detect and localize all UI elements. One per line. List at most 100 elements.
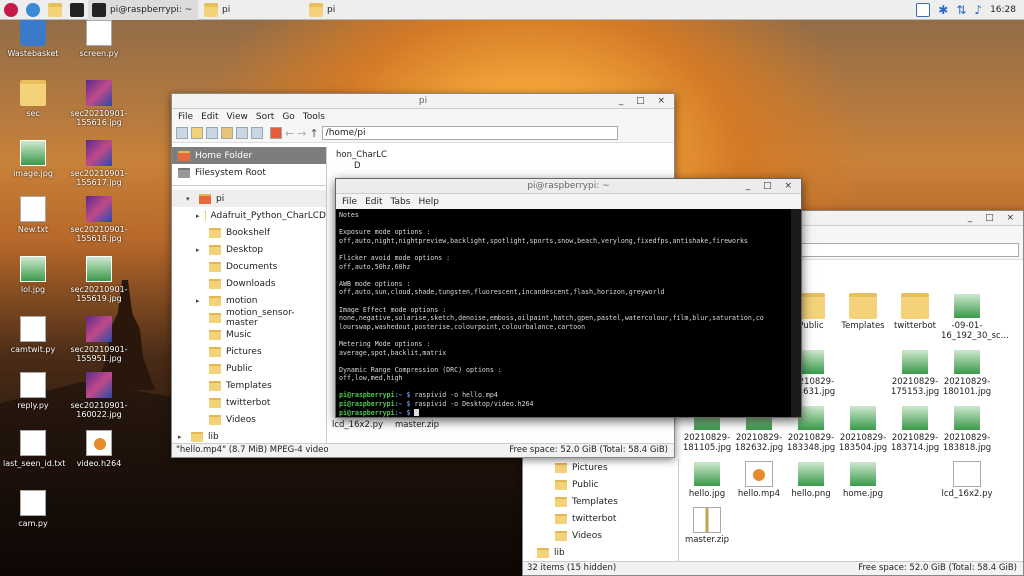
file-item[interactable]: lcd_16x2.py [941,461,993,499]
folder-icon [555,496,567,507]
tree-item[interactable]: Public [523,476,678,493]
file-item[interactable]: twitterbot [889,293,941,341]
desktop-icon[interactable]: sec20210901-155616.jpg [69,80,129,127]
desktop-icon[interactable]: reply.py [3,372,63,410]
desktop-icon[interactable]: sec [3,80,63,118]
menu-sort[interactable]: Sort [256,112,274,122]
bookmark-icon[interactable] [270,127,282,139]
menu-tools[interactable]: Tools [303,112,325,122]
desktop-icon[interactable]: image.jpg [3,140,63,178]
window-controls[interactable]: _ □ × [968,211,1019,226]
tree-item[interactable]: Documents [172,258,326,275]
desktop-icon[interactable]: sec20210901-155618.jpg [69,196,129,243]
desktop-icon[interactable]: Wastebasket [3,20,63,58]
list-view-icon[interactable] [251,127,263,139]
sidepane-icon[interactable] [176,127,188,139]
desktop-icon[interactable]: sec20210901-155619.jpg [69,256,129,303]
menu-edit[interactable]: Edit [201,112,218,122]
volume-icon[interactable]: ♪ [974,3,982,17]
tree-item[interactable]: Pictures [172,343,326,360]
terminal-launcher[interactable] [66,0,88,20]
thumbnail-view-icon[interactable] [221,127,233,139]
tree-item[interactable]: Public [172,360,326,377]
file-item[interactable]: 20210829-175153.jpg [889,349,941,397]
tree-item[interactable]: lib [523,544,678,561]
tree-item[interactable]: Pictures [523,459,678,476]
window-controls[interactable]: _ □ × [619,94,670,109]
terminal-output[interactable]: Notes Exposure mode options : off,auto,nig… [336,209,791,417]
file-item[interactable]: 20210829-183714.jpg [889,405,941,453]
file-item[interactable]: master.zip [681,507,733,545]
icon-view-icon[interactable] [206,127,218,139]
file-item[interactable]: hello.jpg [681,461,733,499]
file-item[interactable]: 20210829-183818.jpg [941,405,993,453]
file-lcd[interactable]: lcd_16x2.py [332,420,383,430]
desktop-icon[interactable]: sec20210901-160022.jpg [69,372,129,419]
path-entry[interactable]: /home/pi [321,126,618,140]
tree-item[interactable]: Videos [523,527,678,544]
raspberry-menu-button[interactable] [0,0,22,20]
forward-icon[interactable]: → [297,127,306,140]
desktop-icon[interactable]: camtwit.py [3,316,63,354]
file-item[interactable]: 20210829-183504.jpg [837,405,889,453]
menu-view[interactable]: View [227,112,248,122]
path-entry[interactable] [797,243,1019,257]
up-icon[interactable]: ↑ [309,127,318,140]
tree-item[interactable]: Templates [172,377,326,394]
menu-tabs[interactable]: Tabs [391,197,411,207]
compact-view-icon[interactable] [236,127,248,139]
menu-file[interactable]: File [342,197,357,207]
place-home-folder[interactable]: Home Folder [172,147,326,164]
tree-item[interactable]: motion_sensor-master [172,308,326,328]
task-terminal[interactable]: pi@raspberrypi: ~ [88,0,198,20]
bluetooth-icon[interactable]: ✱ [938,3,948,17]
desktop-icon[interactable]: sec20210901-155951.jpg [69,316,129,363]
tree-item[interactable]: ▸ motion [172,292,326,309]
vnc-icon[interactable] [916,3,931,17]
file-item[interactable]: Templates [837,293,889,341]
titlebar[interactable]: pi@raspberrypi: ~ _ □ × [336,179,801,194]
browser-launcher[interactable] [22,0,44,20]
tree-item[interactable]: ▸ Adafruit_Python_CharLCD [172,207,326,224]
tree-item[interactable]: Videos [172,411,326,428]
prompt-user: pi@raspberrypi [339,400,395,409]
filemanager-launcher[interactable] [44,0,66,20]
tree-item[interactable]: twitterbot [523,510,678,527]
new-folder-icon[interactable] [191,127,203,139]
desktop-icon[interactable]: screen.py [69,20,129,58]
menu-file[interactable]: File [178,112,193,122]
network-icon[interactable]: ⇅ [956,3,966,17]
tree-item[interactable]: Music [172,326,326,343]
file-item[interactable]: home.jpg [837,461,889,499]
file-item[interactable]: -09-01-16_192_30_sc... [941,293,1009,341]
tree-item[interactable]: twitterbot [172,394,326,411]
file-master-zip[interactable]: master.zip [392,420,442,430]
file-item[interactable]: 20210829-180101.jpg [941,349,993,397]
desktop-icon[interactable]: lol.jpg [3,256,63,294]
menu-edit[interactable]: Edit [365,197,382,207]
menu-go[interactable]: Go [282,112,294,122]
desktop-icon[interactable]: video.h264 [69,430,129,468]
file-item[interactable]: hello.png [785,461,837,499]
clock[interactable]: 16:28 [990,5,1016,15]
titlebar[interactable]: pi _ □ × [172,94,674,109]
desktop-icon[interactable]: cam.py [3,490,63,528]
file-item[interactable]: hello.mp4 [733,461,785,499]
sidebar-tree: Pictures Public Templates twitterbot Videos l… [523,459,679,563]
desktop-icon[interactable]: New.txt [3,196,63,234]
menu-help[interactable]: Help [418,197,439,207]
desktop-icon[interactable]: sec20210901-155617.jpg [69,140,129,187]
tree-item-pi[interactable]: ▾ pi [172,190,326,207]
tree-item[interactable]: Downloads [172,275,326,292]
window-controls[interactable]: _ □ × [746,179,797,194]
task-filemanager-2[interactable]: pi [305,0,410,20]
tree-item[interactable]: Templates [523,493,678,510]
tree-item[interactable]: Bookshelf [172,224,326,241]
desktop-icon[interactable]: last_seen_id.txt [3,430,65,468]
place-filesystem-root[interactable]: Filesystem Root [172,164,326,181]
tree-item[interactable]: ▸ Desktop [172,241,326,258]
terminal-scrollbar[interactable] [791,209,801,417]
back-icon[interactable]: ← [285,127,294,140]
file-label: -09-01-16_192_30_sc... [941,321,1009,341]
task-filemanager-1[interactable]: pi [200,0,305,20]
